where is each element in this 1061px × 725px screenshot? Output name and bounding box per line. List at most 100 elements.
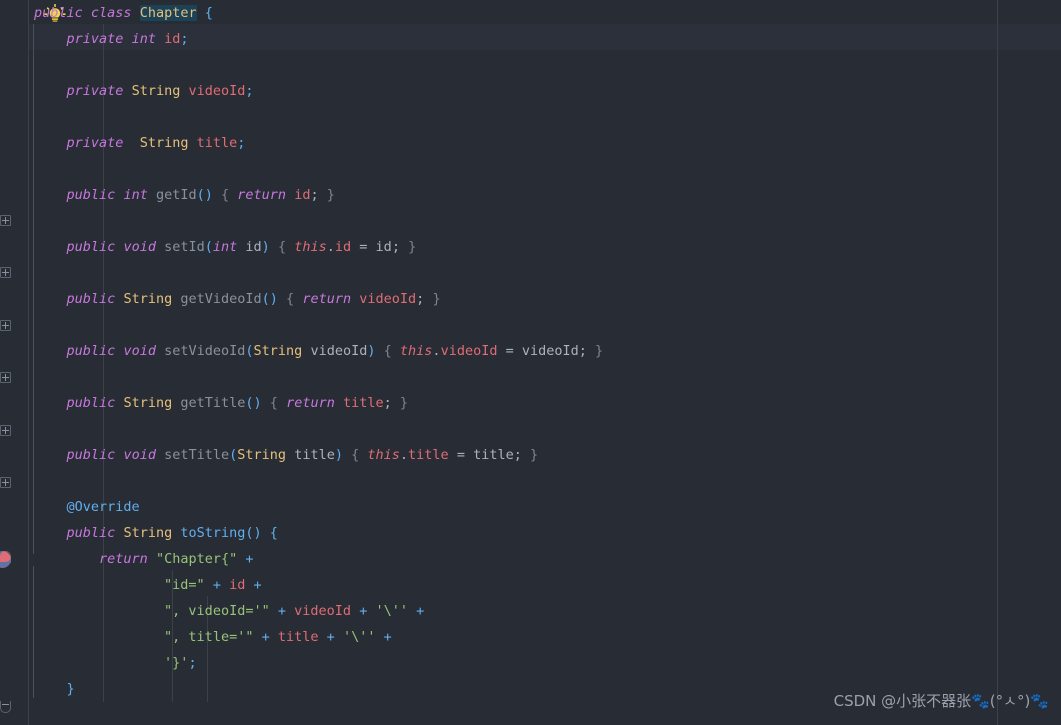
code-token: getVideoId [180,291,262,307]
code-token: int [131,31,156,47]
code-token: + [326,629,335,645]
code-token: "Chapter{" [155,551,238,567]
fold-expand-icon[interactable] [0,372,11,383]
code-token: . [399,447,409,463]
code-line: '}'; [34,650,603,676]
fold-collapse-icon[interactable] [0,701,11,713]
code-token: title [408,447,449,463]
code-token: "id=" [164,577,205,593]
code-token: id [375,239,392,255]
code-token: String [253,343,303,359]
code-token: setVideoId [164,343,246,359]
code-token: private [66,31,124,47]
code-token: + [253,577,262,593]
editor-gutter[interactable] [0,0,28,725]
code-token: } [399,395,409,411]
code-token: return [237,187,287,203]
code-token: } [66,681,75,697]
fold-expand-icon[interactable] [0,267,11,278]
fold-expand-icon[interactable] [0,320,11,331]
code-token: public [66,343,116,359]
code-token: = [497,343,522,359]
code-token: public [66,239,116,255]
code-token: { [204,5,213,21]
code-token: + [416,603,425,619]
code-token: public [66,525,116,541]
code-token: void [123,239,156,255]
code-token: videoId [359,291,417,307]
code-token: videoId [188,83,246,99]
code-token: setId [164,239,205,255]
fold-expand-icon[interactable] [0,477,11,488]
code-line: public class Chapter { [34,0,603,26]
code-token: { [286,291,295,307]
code-token: id [164,31,181,47]
code-token: { [269,395,278,411]
code-token: public [66,395,116,411]
code-token: ) [261,239,270,255]
code-token: } [408,239,417,255]
code-token: + [212,577,221,593]
code-token: class [90,5,132,21]
code-token: ; [578,343,587,359]
code-token: + [245,551,254,567]
code-line: return "Chapter{" + [34,546,603,572]
code-line: private String title; [34,130,603,156]
code-token: return [99,551,148,567]
gutter-separator [28,0,29,725]
code-token: ; [391,239,400,255]
code-line: private int id; [34,26,603,52]
code-token: } [595,343,604,359]
code-token: . [432,343,441,359]
code-token: this [399,343,433,359]
code-token: public [34,5,83,21]
code-token: title [473,447,514,463]
code-line: public void setVideoId(String videoId) {… [34,338,604,364]
code-content[interactable]: public class Chapter { private int id; p… [34,0,603,702]
code-line: ", videoId='" + videoId + '\'' + [34,598,603,624]
code-token: ; [180,31,189,47]
code-token: @Override [66,499,140,515]
code-token: public [66,447,116,463]
code-token: ; [245,83,254,99]
code-token: '\'' [375,603,408,619]
code-token: () [245,525,262,541]
fold-expand-icon[interactable] [0,215,11,226]
code-token: ) [334,447,343,463]
code-editor[interactable]: public class Chapter { private int id; p… [0,0,1061,725]
fold-expand-icon[interactable] [0,425,11,436]
code-token: return [302,291,352,307]
code-token: ; [310,187,319,203]
code-token: int [123,187,148,203]
